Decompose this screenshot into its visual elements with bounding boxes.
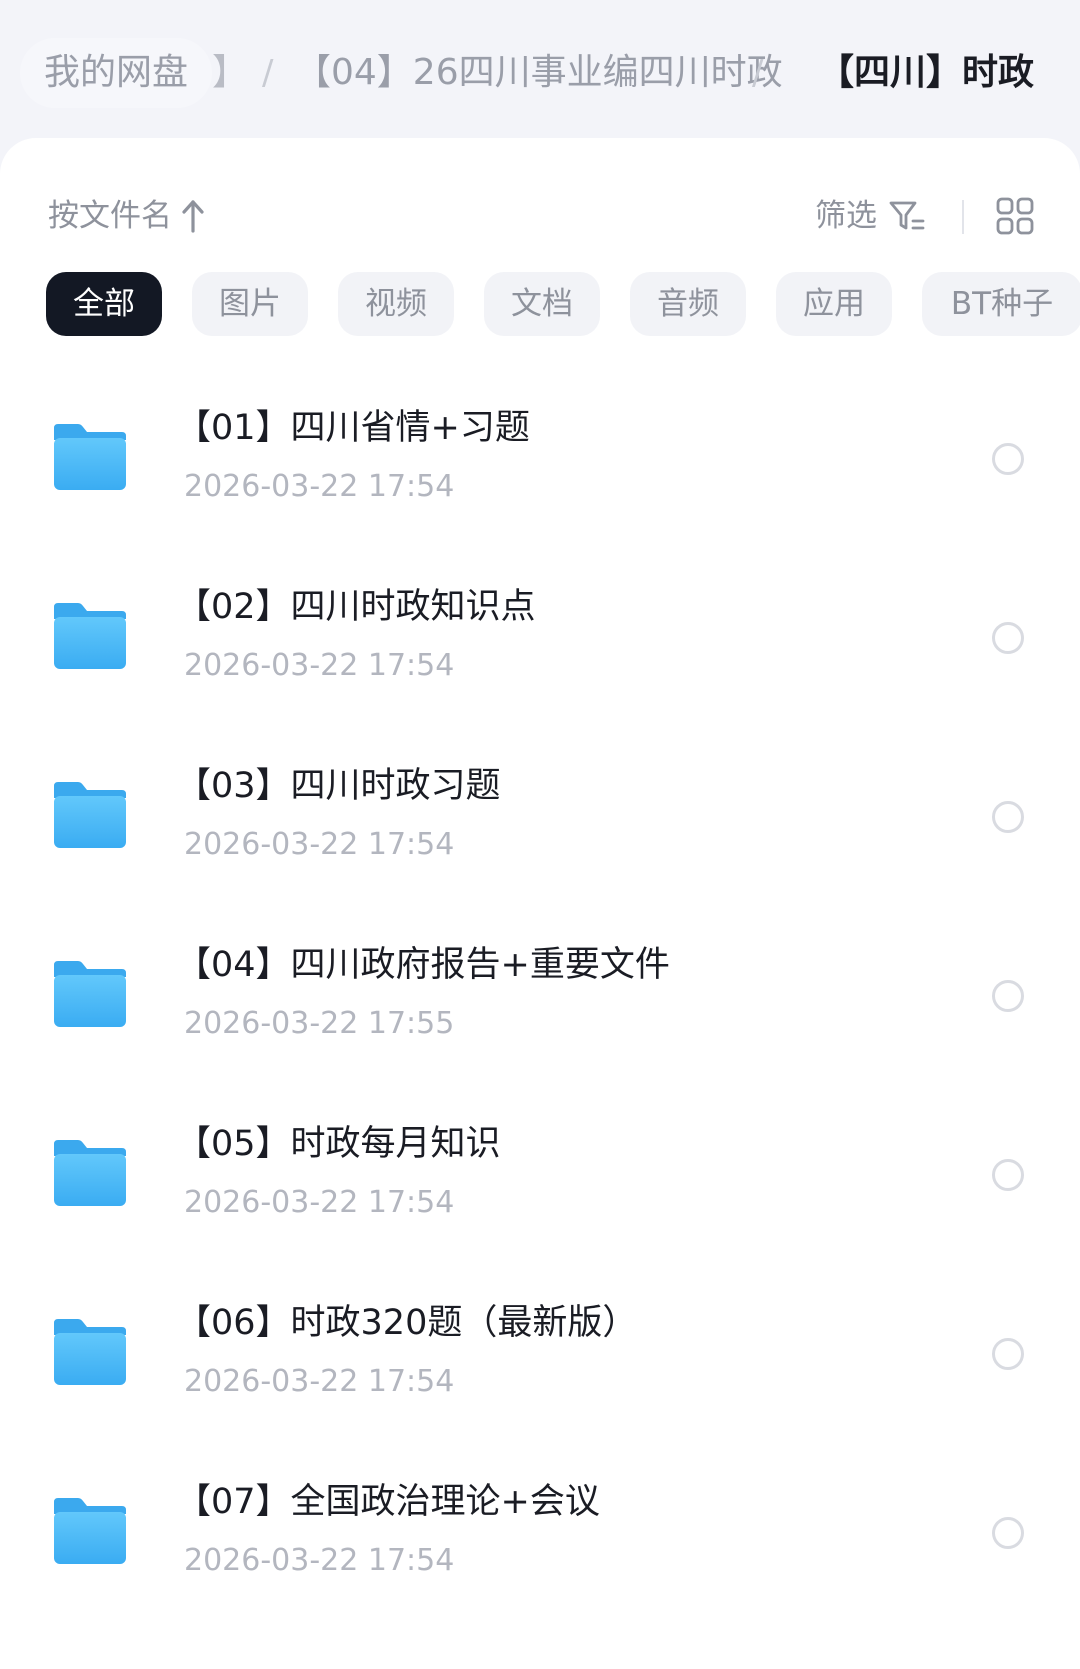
breadcrumb: 我的网盘 】 / 【04】26四川事业编四川时政 / 【四川】时政 <box>0 0 1080 150</box>
list-item[interactable]: 【05】时政每月知识 2026-03-22 17:54 <box>0 1086 1080 1265</box>
filter-icon[interactable] <box>888 198 926 234</box>
file-type-filter-chips: 全部 图片 视频 文档 音频 应用 BT种子 <box>0 272 1080 336</box>
breadcrumb-home[interactable]: 我的网盘 <box>20 38 213 108</box>
folder-name: 【03】四川时政习题 <box>176 766 501 806</box>
chip-images[interactable]: 图片 <box>192 272 308 336</box>
folder-date: 2026-03-22 17:54 <box>184 1185 455 1220</box>
chip-all[interactable]: 全部 <box>46 272 162 336</box>
chip-videos[interactable]: 视频 <box>338 272 454 336</box>
list-item[interactable]: 【07】全国政治理论+会议 2026-03-22 17:54 <box>0 1444 1080 1623</box>
list-item[interactable]: 【02】四川时政知识点 2026-03-22 17:54 <box>0 549 1080 728</box>
folder-date: 2026-03-22 17:54 <box>184 1364 455 1399</box>
chip-bt-torrents[interactable]: BT种子 <box>922 272 1080 336</box>
folder-date: 2026-03-22 17:54 <box>184 469 455 504</box>
folder-name: 【07】全国政治理论+会议 <box>176 1482 600 1522</box>
folder-icon <box>54 603 126 669</box>
filter-button[interactable]: 筛选 <box>815 186 877 246</box>
breadcrumb-current-folder: 【四川】时政 <box>818 52 1035 93</box>
list-item[interactable]: 【01】四川省情+习题 2026-03-22 17:54 <box>0 370 1080 549</box>
breadcrumb-separator: / <box>262 53 274 93</box>
list-item[interactable]: 【04】四川政府报告+重要文件 2026-03-22 17:55 <box>0 907 1080 1086</box>
select-circle-icon[interactable] <box>992 980 1024 1012</box>
select-circle-icon[interactable] <box>992 622 1024 654</box>
breadcrumb-separator: / <box>752 53 764 93</box>
folder-icon <box>54 1140 126 1206</box>
breadcrumb-clipped-item[interactable]: 】 <box>212 38 248 108</box>
folder-date: 2026-03-22 17:54 <box>184 1543 455 1578</box>
file-list-card: 按文件名 筛选 全部 图片 视频 文档 音频 应用 BT种子 【01】四川省情+… <box>0 138 1080 1669</box>
list-item[interactable]: 【03】四川时政习题 2026-03-22 17:54 <box>0 728 1080 907</box>
select-circle-icon[interactable] <box>992 1159 1024 1191</box>
file-list: 【01】四川省情+习题 2026-03-22 17:54 【02】四川时政知识点… <box>0 370 1080 1623</box>
folder-name: 【04】四川政府报告+重要文件 <box>176 945 670 985</box>
folder-icon <box>54 961 126 1027</box>
folder-name: 【01】四川省情+习题 <box>176 408 530 448</box>
chip-audio[interactable]: 音频 <box>630 272 746 336</box>
folder-icon <box>54 1319 126 1385</box>
chip-documents[interactable]: 文档 <box>484 272 600 336</box>
folder-name: 【06】时政320题（最新版） <box>176 1303 638 1343</box>
sort-toolbar: 按文件名 筛选 <box>0 186 1080 246</box>
list-item[interactable]: 【06】时政320题（最新版） 2026-03-22 17:54 <box>0 1265 1080 1444</box>
folder-icon <box>54 782 126 848</box>
folder-date: 2026-03-22 17:55 <box>184 1006 455 1041</box>
folder-date: 2026-03-22 17:54 <box>184 827 455 862</box>
folder-name: 【05】时政每月知识 <box>176 1124 501 1164</box>
folder-name: 【02】四川时政知识点 <box>176 587 536 627</box>
arrow-up-icon[interactable] <box>180 198 206 234</box>
file-browser: 我的网盘 】 / 【04】26四川事业编四川时政 / 【四川】时政 按文件名 筛… <box>0 0 1080 1669</box>
select-circle-icon[interactable] <box>992 1338 1024 1370</box>
breadcrumb-parent-folder[interactable]: 【04】26四川事业编四川时政 <box>295 38 783 108</box>
folder-date: 2026-03-22 17:54 <box>184 648 455 683</box>
select-circle-icon[interactable] <box>992 443 1024 475</box>
select-circle-icon[interactable] <box>992 801 1024 833</box>
chip-apps[interactable]: 应用 <box>776 272 892 336</box>
select-circle-icon[interactable] <box>992 1517 1024 1549</box>
folder-icon <box>54 1498 126 1564</box>
folder-icon <box>54 424 126 490</box>
toolbar-divider <box>962 200 964 234</box>
sort-by-name-button[interactable]: 按文件名 <box>48 186 172 246</box>
grid-view-icon[interactable] <box>995 196 1035 236</box>
